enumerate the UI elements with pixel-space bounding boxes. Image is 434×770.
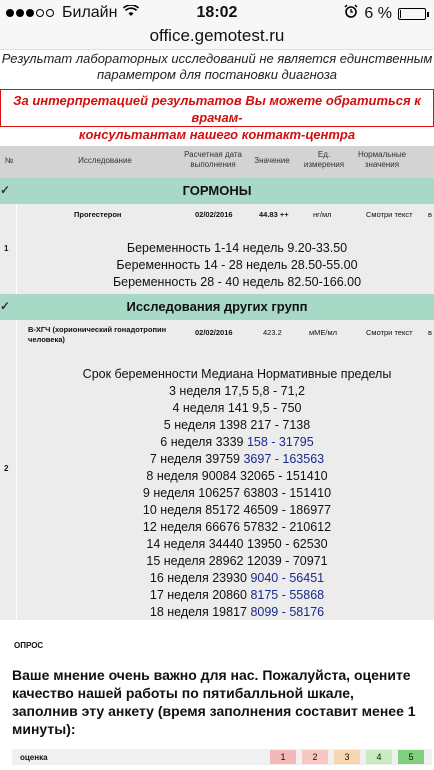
week-line: 16 неделя 23930 9040 - 56451 [40, 570, 434, 587]
week-text: 9 неделя 106257 63803 - 151410 [142, 486, 332, 500]
rating-button-3[interactable]: 3 [334, 750, 360, 764]
col-header-unit: Ед. измерения [303, 150, 345, 169]
description-header: Срок беременности Медиана Нормативные пр… [82, 367, 392, 381]
week-text: 10 неделя 85172 46509 - 186977 [142, 503, 332, 517]
week-line: 3 неделя 17,5 5,8 - 71,2 [40, 383, 434, 400]
row-number: 2 [4, 464, 9, 473]
week-text: 4 неделя 141 9,5 - 750 [172, 401, 302, 415]
test-unit: мМЕ/мл [309, 328, 338, 337]
test-name: В-ХГЧ (хорионический гонадотропин челове… [28, 325, 167, 344]
rating-button-2[interactable]: 2 [302, 750, 328, 764]
col-header-no: № [4, 156, 14, 165]
week-text: 16 неделя 23930 [149, 571, 251, 585]
week-line: 10 неделя 85172 46509 - 186977 [40, 502, 434, 519]
week-line: 9 неделя 106257 63803 - 151410 [40, 485, 434, 502]
battery-icon [398, 7, 429, 20]
week-text: 12 неделя 66676 57832 - 210612 [142, 520, 332, 534]
col-header-date: Расчетная дата выполнения [184, 150, 242, 169]
poll-section: ОПРОС Ваше мнение очень важно для нас. П… [0, 628, 434, 770]
week-text: 14 неделя 34440 13950 - 62530 [146, 537, 328, 551]
week-line: 6 неделя 3339 158 - 31795 [40, 434, 434, 451]
week-line: 15 неделя 28962 12039 - 70971 [40, 553, 434, 570]
group-title: ГОРМОНЫ [182, 183, 252, 198]
alarm-icon [344, 4, 358, 23]
week-text: 3 неделя 17,5 5,8 - 71,2 [169, 384, 305, 398]
description-line: Беременность 14 - 28 недель 28.50-55.00 [116, 258, 358, 272]
group-header-other[interactable]: ✓ Исследования других групп [0, 294, 434, 320]
week-text: 5 неделя 1398 217 - 7138 [163, 418, 311, 432]
group-title: Исследования других групп [126, 299, 308, 314]
consultation-notice: За интерпретацией результатов Вы можете … [0, 89, 434, 142]
week-line: 4 неделя 141 9,5 - 750 [40, 400, 434, 417]
week-line: 5 неделя 1398 217 - 7138 [40, 417, 434, 434]
table-row: 1 Прогестерон 02/02/2016 44.83 ++ нг/мл … [0, 204, 434, 296]
week-range: 9040 - 56451 [250, 571, 325, 585]
description-line: Беременность 28 - 40 недель 82.50-166.00 [112, 275, 362, 289]
disclaimer-line-2: параметром для постановки диагноза [97, 67, 337, 82]
week-text: 18 неделя 19817 [149, 605, 251, 619]
week-text: 17 неделя 20860 [149, 588, 251, 602]
week-line: 12 неделя 66676 57832 - 210612 [40, 519, 434, 536]
week-line: 14 неделя 34440 13950 - 62530 [40, 536, 434, 553]
test-value: 44.83 ++ [259, 210, 289, 219]
hcg-description: Срок беременности Медиана Нормативные пр… [40, 366, 434, 621]
address-bar[interactable]: office.gemotest.ru [0, 26, 434, 50]
test-value: 423.2 [263, 328, 282, 337]
week-line: 17 неделя 20860 8175 - 55868 [40, 587, 434, 604]
disclaimer-notice: Результат лабораторных исследований не я… [0, 50, 434, 83]
week-text: 6 неделя 3339 [160, 435, 247, 449]
rating-row: оценка 1 2 3 4 5 [12, 749, 432, 765]
week-range: 158 - 31795 [246, 435, 314, 449]
week-range: 8175 - 55868 [250, 588, 325, 602]
test-extra: в [428, 210, 432, 219]
progesterone-description: Беременность 1-14 недель 9.20-33.50 Бере… [40, 240, 434, 291]
week-range: 8099 - 58176 [250, 605, 325, 619]
weeks-list: 3 неделя 17,5 5,8 - 71,2 4 неделя 141 9,5… [40, 383, 434, 621]
test-unit: нг/мл [313, 210, 332, 219]
week-text: 8 неделя 90084 32065 - 151410 [146, 469, 328, 483]
poll-label: ОПРОС [14, 641, 44, 650]
test-normal: Смотри текст [366, 210, 413, 219]
battery-percent: 6 % [364, 4, 392, 22]
test-normal: Смотри текст [366, 328, 413, 337]
status-bar: Билайн 18:02 6 % [0, 0, 434, 26]
table-header: № Исследование Расчетная дата выполнения… [0, 146, 434, 178]
test-extra: в [428, 328, 432, 337]
description-line: Беременность 1-14 недель 9.20-33.50 [126, 241, 348, 255]
rating-button-4[interactable]: 4 [366, 750, 392, 764]
week-range: 3697 - 163563 [243, 452, 325, 466]
week-text: 15 неделя 28962 12039 - 70971 [146, 554, 328, 568]
week-line: 8 неделя 90084 32065 - 151410 [40, 468, 434, 485]
group-header-hormones[interactable]: ✓ ГОРМОНЫ [0, 178, 434, 204]
table-row: 2 В-ХГЧ (хорионический гонадотропин чело… [0, 320, 434, 620]
rating-button-5[interactable]: 5 [398, 750, 424, 764]
consultation-line-1: За интерпретацией результатов Вы можете … [13, 93, 421, 125]
test-date: 02/02/2016 [195, 328, 233, 337]
col-header-normal: Нормальные значения [357, 150, 407, 169]
rating-button-1[interactable]: 1 [270, 750, 296, 764]
poll-question: Ваше мнение очень важно для нас. Пожалуй… [12, 667, 416, 737]
rating-label: оценка [20, 753, 48, 762]
test-date: 02/02/2016 [195, 210, 233, 219]
week-line: 18 неделя 19817 8099 - 58176 [40, 604, 434, 621]
col-header-value: Значение [254, 156, 290, 165]
disclaimer-line-1: Результат лабораторных исследований не я… [1, 51, 433, 66]
consultation-line-2: консультантам нашего контакт-центра [78, 127, 356, 142]
week-text: 7 неделя 39759 [149, 452, 244, 466]
col-header-test: Исследование [78, 156, 132, 165]
week-line: 7 неделя 39759 3697 - 163563 [40, 451, 434, 468]
row-number: 1 [4, 244, 9, 253]
test-name: Прогестерон [74, 210, 122, 219]
